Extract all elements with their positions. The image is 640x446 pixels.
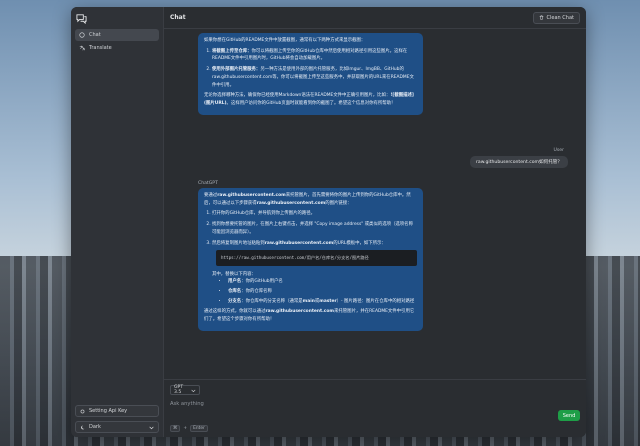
list-item: 然后将复制图片地址粘贴到raw.githubusercontent.com的UR… — [212, 240, 417, 306]
list-item: 用户名：你的GitHub用户名 — [228, 278, 417, 286]
chat-history: 如果你想在GitHub的README文件中放置截图，通常有以下两种方式来显示截图… — [164, 29, 586, 379]
gear-icon — [80, 409, 85, 413]
page-title: Chat — [170, 14, 186, 21]
chevron-down-icon — [191, 389, 196, 392]
code-block: https://raw.githubusercontent.com/用户名/仓库… — [216, 250, 417, 266]
sidebar-item-translate[interactable]: Translate — [75, 42, 159, 54]
chevron-down-icon — [149, 426, 154, 429]
list-item: 分支名：你仓库中的分支名称（通常是main或master）- 图片路径：图片在仓… — [228, 298, 417, 306]
list-item: 将截图上传至仓库：你可以将截图上传至你的GitHub仓库中然后使用相对路径引用这… — [212, 48, 417, 63]
theme-select[interactable]: Dark — [75, 421, 159, 433]
assistant-role-label: ChatGPT — [198, 181, 218, 186]
translate-icon — [79, 45, 85, 51]
list-item: 找到你想要托管的图片，在图片上右键点击，并选择 "Copy image addr… — [212, 221, 417, 236]
assistant-message: 如果你想在GitHub的README文件中放置截图，通常有以下两种方式来显示截图… — [198, 33, 423, 115]
user-message: raw.githubusercontent.com如何托管？ — [470, 156, 568, 168]
message-input[interactable]: Ask anything — [170, 401, 580, 407]
setting-api-key-button[interactable]: Setting Api Key — [75, 405, 159, 417]
chat-icon — [79, 32, 85, 38]
clean-chat-button[interactable]: Clean Chat — [532, 11, 580, 24]
trash-icon — [539, 15, 543, 20]
sidebar-item-chat[interactable]: Chat — [75, 29, 159, 41]
assistant-message: 要通过raw.githubusercontent.com来托管图片，首先需要将你… — [198, 188, 423, 331]
sidebar-item-label: Translate — [89, 45, 112, 51]
list-item: 打开你的GitHub仓库，并导航到你上传图片的路径。 — [212, 210, 417, 218]
composer: GPT 3.5 Ask anything Send ⌘ + Enter — [164, 379, 586, 437]
app-logo — [71, 7, 163, 29]
send-button[interactable]: Send — [558, 410, 580, 421]
model-select[interactable]: GPT 3.5 — [170, 385, 200, 395]
list-item: 仓库名：你的仓库名称 — [228, 288, 417, 296]
sidebar-item-label: Chat — [89, 32, 101, 38]
sidebar: Chat Translate Setting Api Key Dark — [71, 7, 164, 437]
list-item: 使用外部图片托管服务：另一种方法是使用外部的图片托管服务，比如Imgur、Img… — [212, 66, 417, 89]
app-window: Chat Translate Setting Api Key Dark Chat… — [71, 7, 586, 437]
moon-icon — [81, 425, 85, 429]
chat-bubbles-icon — [76, 13, 87, 24]
shortcut-hint: ⌘ + Enter — [170, 425, 208, 432]
user-role-label: User — [553, 148, 564, 153]
header: Chat Clean Chat — [164, 7, 586, 29]
main-panel: Chat Clean Chat 如果你想在GitHub的README文件中放置截… — [164, 7, 586, 437]
